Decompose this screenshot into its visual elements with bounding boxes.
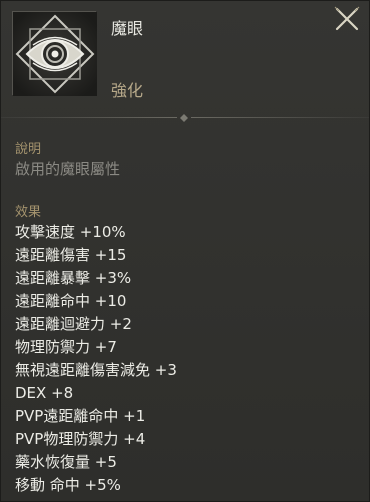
divider-line-right [191, 117, 369, 118]
skill-type: 強化 [111, 81, 144, 100]
description-text: 啟用的魔眼屬性 [15, 160, 121, 178]
effects-list: 攻擊速度 +10% 遠距離傷害 +15 遠距離暴擊 +3% 遠距離命中 +10 … [15, 221, 177, 497]
skill-icon-frame [12, 11, 97, 96]
effect-item: 遠距離迴避力 +2 [15, 315, 132, 333]
effect-item: PVP物理防禦力 +4 [15, 430, 146, 448]
section-divider [1, 114, 369, 122]
effect-item: 無視遠距離傷害減免 +3 [15, 361, 177, 379]
effect-item: 攻擊速度 +10% [15, 223, 126, 241]
effect-item: 遠距離傷害 +15 [15, 246, 127, 264]
effect-item: 遠距離暴擊 +3% [15, 269, 132, 287]
effect-item: PVP遠距離命中 +1 [15, 407, 146, 425]
effect-item: DEX +8 [15, 384, 74, 402]
eye-icon [13, 12, 97, 96]
close-button[interactable] [333, 5, 361, 33]
description-label: 說明 [15, 142, 42, 157]
effect-item: 藥水恢復量 +5 [15, 453, 117, 471]
skill-tooltip-panel: 魔眼 強化 說明 啟用的魔眼屬性 效果 攻擊速度 +10% 遠距離傷害 +15 … [0, 0, 370, 502]
effect-item: 移動 命中 +5% [15, 476, 121, 494]
close-icon [334, 6, 360, 31]
effect-item: 遠距離命中 +10 [15, 292, 127, 310]
skill-name: 魔眼 [111, 19, 144, 38]
effects-label: 效果 [15, 205, 42, 220]
divider-line-left [1, 117, 177, 118]
diamond-ornament-icon [180, 114, 188, 122]
effect-item: 物理防禦力 +7 [15, 338, 117, 356]
